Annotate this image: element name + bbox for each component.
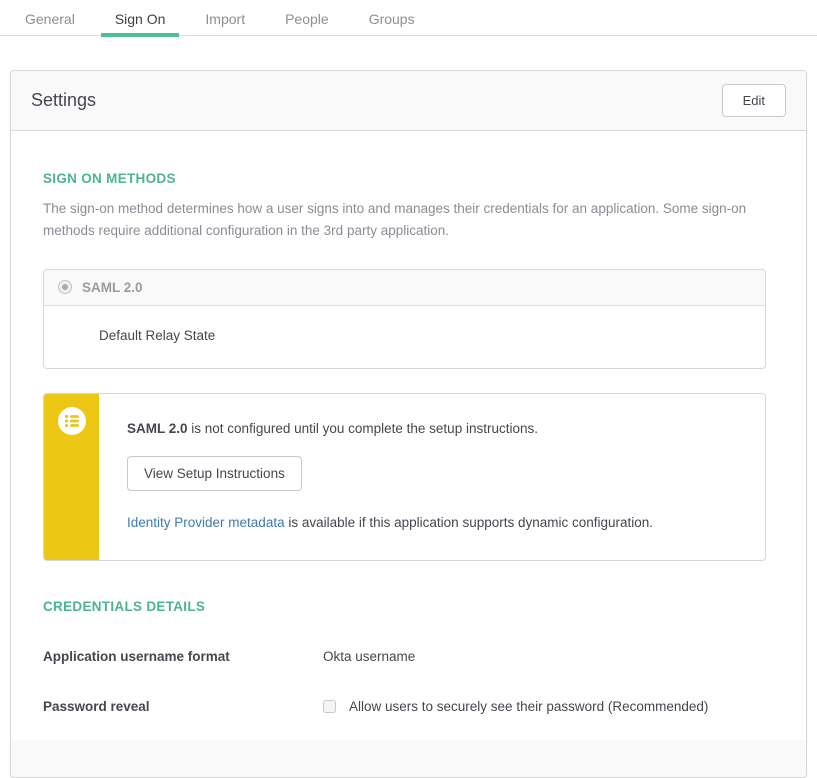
callout-stripe xyxy=(44,394,99,560)
password-reveal-checkbox-wrap: Allow users to securely see their passwo… xyxy=(323,699,708,714)
settings-panel-header: Settings Edit xyxy=(11,71,806,131)
sign-on-methods-description: The sign-on method determines how a user… xyxy=(43,198,766,243)
settings-panel-body: SIGN ON METHODS The sign-on method deter… xyxy=(11,131,806,714)
view-setup-instructions-button[interactable]: View Setup Instructions xyxy=(127,456,302,491)
tab-people[interactable]: People xyxy=(271,0,343,37)
tab-import[interactable]: Import xyxy=(191,0,259,37)
bullet-list-icon xyxy=(58,407,86,435)
sign-on-page: General Sign On Import People Groups Set… xyxy=(0,0,817,778)
identity-provider-metadata-link[interactable]: Identity Provider metadata xyxy=(127,515,285,530)
tab-groups[interactable]: Groups xyxy=(355,0,429,37)
settings-panel: Settings Edit SIGN ON METHODS The sign-o… xyxy=(10,70,807,778)
saml-setup-callout: SAML 2.0 is not configured until you com… xyxy=(43,393,766,561)
saml-method-name: SAML 2.0 xyxy=(82,280,143,295)
username-format-value: Okta username xyxy=(323,649,415,664)
default-relay-state-link[interactable]: Default Relay State xyxy=(99,328,215,343)
callout-content: SAML 2.0 is not configured until you com… xyxy=(99,394,765,560)
page-title: Settings xyxy=(31,90,96,111)
saml-method-box: SAML 2.0 Default Relay State xyxy=(43,269,766,369)
callout-message: SAML 2.0 is not configured until you com… xyxy=(127,421,735,436)
sign-on-methods-heading: SIGN ON METHODS xyxy=(43,171,766,186)
settings-panel-footer xyxy=(11,740,806,777)
app-tabs: General Sign On Import People Groups xyxy=(0,0,817,36)
radio-dot-icon xyxy=(62,284,68,290)
password-reveal-row: Password reveal Allow users to securely … xyxy=(43,699,766,714)
callout-message-bold: SAML 2.0 xyxy=(127,421,188,436)
username-format-label: Application username format xyxy=(43,649,323,664)
password-reveal-checkbox-label: Allow users to securely see their passwo… xyxy=(349,699,708,714)
tab-general[interactable]: General xyxy=(11,0,89,37)
password-reveal-checkbox[interactable] xyxy=(323,700,336,713)
callout-link-line: Identity Provider metadata is available … xyxy=(127,515,735,530)
username-format-row: Application username format Okta usernam… xyxy=(43,649,766,664)
tab-sign-on[interactable]: Sign On xyxy=(101,0,180,37)
saml-method-body: Default Relay State xyxy=(44,306,765,368)
password-reveal-label: Password reveal xyxy=(43,699,323,714)
saml-method-header: SAML 2.0 xyxy=(44,270,765,306)
credentials-details-heading: CREDENTIALS DETAILS xyxy=(43,599,766,614)
callout-link-rest: is available if this application support… xyxy=(285,515,653,530)
callout-message-rest: is not configured until you complete the… xyxy=(188,421,538,436)
edit-button[interactable]: Edit xyxy=(722,84,786,117)
saml-radio[interactable] xyxy=(58,280,72,294)
